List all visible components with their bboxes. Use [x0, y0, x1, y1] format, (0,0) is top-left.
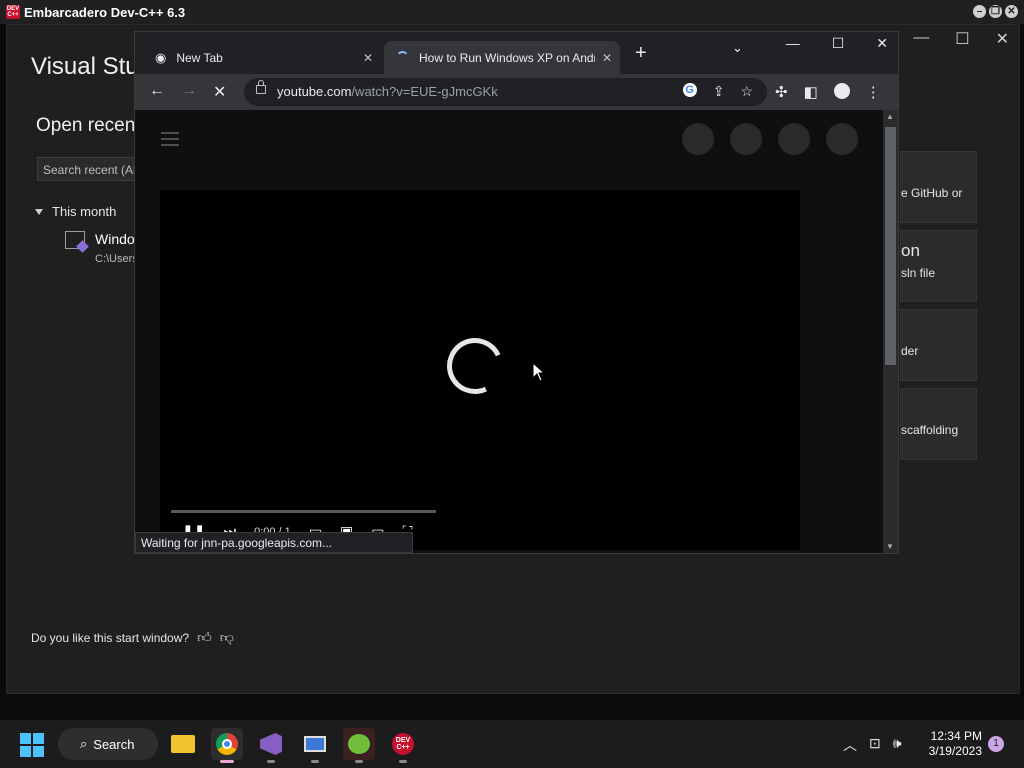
vs-minimize-button[interactable]: — [913, 29, 929, 49]
devcpp-app-icon: DEV C++ [6, 5, 20, 19]
video-progress-bar[interactable] [171, 510, 436, 513]
search-label: Search [93, 736, 135, 752]
chrome-taskbar-icon[interactable] [211, 728, 243, 763]
collapse-triangle-icon[interactable] [35, 208, 43, 215]
placeholder-circle [778, 123, 810, 155]
recent-project-name: Windo [95, 231, 135, 247]
search-icon: ⌕ [80, 736, 88, 751]
chrome-favicon-icon: ◉ [155, 49, 167, 65]
tab-new-tab[interactable]: ◉ New Tab ✕ [135, 41, 381, 74]
google-lens-icon[interactable]: G [682, 83, 697, 97]
thumbs-down-icon[interactable]: 👎︎ [220, 629, 234, 646]
feedback-prompt: Do you like this start window? 👍︎ 👎︎ [31, 629, 234, 646]
loading-spinner-icon [396, 51, 409, 64]
tab-strip: ◉ New Tab ✕ How to Run Windows XP on And… [135, 32, 898, 74]
forward-arrow-icon[interactable]: → [181, 82, 197, 100]
thumbs-up-icon[interactable]: 👍︎ [197, 629, 212, 646]
recent-project-path: C:\Users [95, 253, 138, 265]
visual-studio-taskbar-icon[interactable] [255, 728, 287, 763]
scroll-up-icon[interactable]: ▲ [886, 112, 894, 121]
taskbar-clock[interactable]: 12:34 PM 3/19/2023 [924, 729, 982, 759]
clone-repo-card[interactable]: e GitHub or [900, 151, 977, 223]
youtube-page: ❚❚ ⏭ 0:00 / 1 ▭ ▣ ▭ ⛶ Waiting for jnn-pa… [135, 110, 883, 553]
address-bar[interactable]: youtube.com/watch?v=EUE-gJmcGKk G ⇪ ☆ [244, 78, 767, 106]
card-text: sln file [901, 266, 936, 280]
tab-label: How to Run Windows XP on Android [419, 50, 595, 65]
taskbar: ⌕ Search DEV C++ ︿ ⊡ 🕪︎ 12:34 PM 3/19/20… [0, 720, 1024, 768]
devcpp-window-title: Embarcadero Dev-C++ 6.3 [24, 4, 186, 20]
tab-close-icon[interactable]: ✕ [602, 51, 612, 65]
bookmark-star-icon[interactable]: ☆ [740, 83, 753, 100]
restore-icon[interactable]: ❐ [989, 5, 1002, 18]
placeholder-circle [682, 123, 714, 155]
chrome-window: ◉ New Tab ✕ How to Run Windows XP on And… [134, 31, 899, 554]
network-icon[interactable]: ⊡ [869, 735, 881, 755]
card-text: der [901, 344, 919, 358]
volume-icon[interactable]: 🕪︎ [893, 735, 902, 755]
recent-group-label: This month [52, 204, 117, 219]
chrome-menu-icon[interactable]: ⋮ [866, 83, 881, 101]
placeholder-circle [826, 123, 858, 155]
page-scrollbar[interactable]: ▲ ▼ [883, 110, 898, 553]
url-text[interactable]: youtube.com/watch?v=EUE-gJmcGKk [277, 84, 498, 99]
scrollbar-thumb[interactable] [885, 127, 896, 365]
share-icon[interactable]: ⇪ [713, 83, 725, 100]
tab-close-icon[interactable]: ✕ [363, 51, 373, 65]
card-text: scaffolding [901, 423, 959, 437]
minimize-icon[interactable]: – [973, 5, 986, 18]
hamburger-menu-icon[interactable] [161, 132, 179, 150]
profile-avatar-icon[interactable] [833, 83, 850, 99]
windows-start-icon[interactable] [20, 733, 44, 757]
card-title: on [901, 241, 920, 260]
devcpp-taskbar-icon[interactable]: DEV C++ [387, 728, 419, 763]
devcpp-titlebar[interactable]: DEV C++ Embarcadero Dev-C++ 6.3 – ❐ ✕ [0, 0, 1024, 24]
clock-date: 3/19/2023 [928, 744, 982, 758]
open-folder-card[interactable]: der [900, 309, 977, 381]
new-tab-button[interactable]: + [635, 42, 647, 65]
tab-label: New Tab [176, 50, 223, 65]
back-arrow-icon[interactable]: ← [149, 82, 165, 100]
close-icon[interactable]: ✕ [1005, 5, 1018, 18]
solution-file-icon [65, 231, 85, 249]
status-bubble: Waiting for jnn-pa.googleapis.com... [135, 532, 413, 553]
extensions-puzzle-icon[interactable]: ✣ [775, 83, 788, 101]
chrome-minimize-button[interactable]: — [786, 35, 800, 52]
recent-group-this-month[interactable]: This month [35, 204, 116, 219]
notification-badge[interactable]: 1 [988, 736, 1004, 752]
open-recent-heading: Open recent [36, 115, 141, 136]
placeholder-circle [730, 123, 762, 155]
tab-search-chevron-icon[interactable]: ⌄ [732, 40, 743, 56]
chrome-close-button[interactable]: ✕ [876, 35, 888, 52]
new-project-card[interactable]: scaffolding [900, 388, 977, 460]
remote-desktop-taskbar-icon[interactable] [299, 728, 331, 763]
card-text: e GitHub or [901, 186, 963, 200]
show-hidden-icons-chevron-icon[interactable]: ︿ [843, 735, 857, 755]
open-project-card[interactable]: on sln file [900, 230, 977, 302]
video-loading-spinner-icon [439, 330, 511, 402]
vs-maximize-button[interactable]: ☐ [955, 29, 969, 49]
scroll-down-icon[interactable]: ▼ [886, 542, 894, 551]
file-explorer-icon[interactable] [167, 728, 199, 760]
lock-icon[interactable] [256, 80, 266, 94]
taskbar-search-button[interactable]: ⌕ Search [58, 728, 158, 760]
side-panel-icon[interactable]: ◧ [804, 83, 818, 101]
stop-loading-icon[interactable]: ✕ [213, 82, 226, 102]
tab-youtube-video[interactable]: How to Run Windows XP on Android ✕ [384, 41, 620, 74]
vs-page-title: Visual Stu [31, 53, 139, 80]
video-player[interactable]: ❚❚ ⏭ 0:00 / 1 ▭ ▣ ▭ ⛶ [160, 190, 800, 550]
vs-close-button[interactable]: ✕ [996, 29, 1009, 49]
feedback-text: Do you like this start window? [31, 630, 190, 645]
frog-app-taskbar-icon[interactable] [343, 728, 375, 763]
chrome-maximize-button[interactable]: ☐ [832, 35, 845, 52]
clock-time: 12:34 PM [930, 729, 982, 743]
chrome-toolbar: ← → ✕ youtube.com/watch?v=EUE-gJmcGKk G … [135, 74, 898, 110]
